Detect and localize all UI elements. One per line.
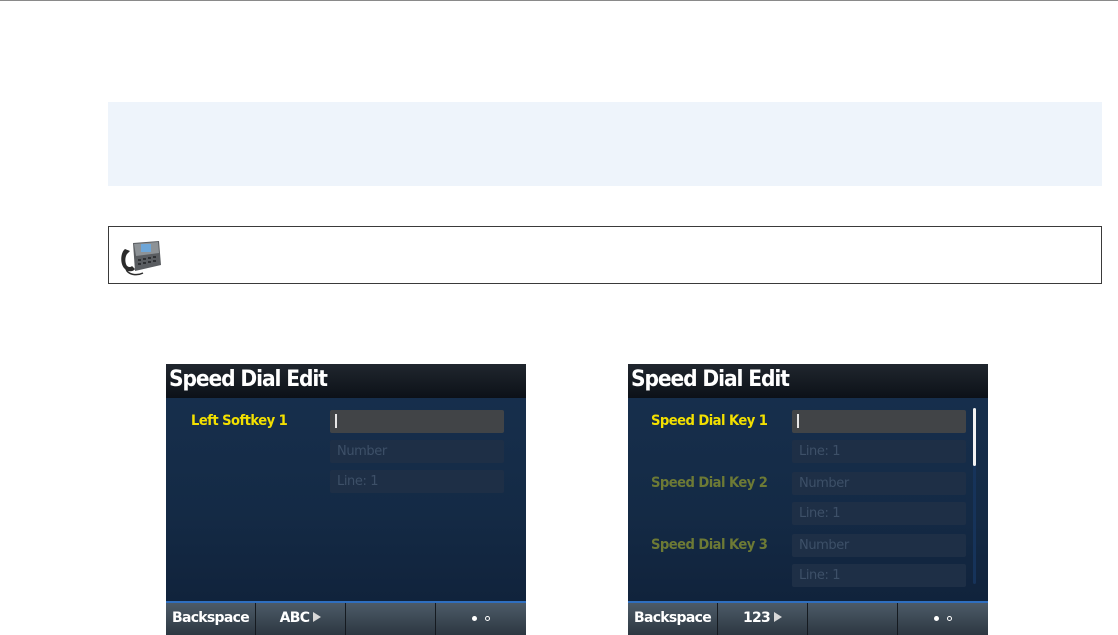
softkey-bar: Backspace ABC	[166, 601, 526, 635]
softkey-label: ABC	[256, 610, 345, 626]
softkey-3[interactable]	[808, 603, 898, 635]
scrollbar-track[interactable]	[973, 408, 976, 584]
page-dot	[934, 616, 939, 621]
input-placeholder: Line: 1	[799, 568, 841, 583]
softkey-label: Backspace	[628, 610, 717, 626]
note-box	[108, 102, 1102, 186]
softkey-text: Backspace	[633, 610, 712, 626]
phone-screen-left: Speed Dial Edit Left Softkey 1 Number Line:…	[166, 364, 526, 635]
input-placeholder: Line: 1	[337, 474, 379, 489]
page-indicator	[898, 616, 988, 621]
field-label: Speed Dial Key 1	[651, 413, 768, 429]
softkey-1[interactable]: Backspace	[166, 603, 256, 635]
text-input-active[interactable]	[330, 410, 504, 433]
softkey-label: Backspace	[166, 610, 255, 626]
input-placeholder: Number	[337, 444, 387, 459]
text-cursor	[335, 414, 337, 428]
page-indicator	[436, 616, 526, 621]
triangle-right-icon	[774, 612, 783, 622]
softkey-4[interactable]	[898, 603, 988, 635]
input-placeholder: Number	[799, 538, 849, 553]
triangle-right-icon	[313, 612, 322, 622]
page-dot	[947, 616, 952, 621]
field-label: Speed Dial Key 3	[651, 537, 768, 553]
softkey-text: ABC	[279, 610, 310, 626]
phone-screen-right: Speed Dial Edit Speed Dial Key 1 Line: 1 Sp…	[628, 364, 988, 635]
text-input[interactable]: Line: 1	[792, 502, 966, 525]
softkey-4[interactable]	[436, 603, 526, 635]
title-bar: Speed Dial Edit	[166, 364, 526, 398]
desk-phone-icon	[121, 241, 161, 276]
screen-title: Speed Dial Edit	[631, 367, 790, 392]
input-placeholder: Line: 1	[799, 444, 841, 459]
text-input[interactable]: Number	[792, 534, 966, 557]
softkey-label: 123	[718, 610, 807, 626]
text-input[interactable]: Number	[792, 472, 966, 495]
softkey-2[interactable]: ABC	[256, 603, 346, 635]
text-input-active[interactable]	[792, 410, 966, 433]
field-label: Left Softkey 1	[191, 413, 288, 429]
scrollbar-thumb[interactable]	[973, 408, 976, 466]
text-input[interactable]: Line: 1	[792, 440, 966, 463]
text-input[interactable]: Line: 1	[330, 470, 504, 493]
softkey-2[interactable]: 123	[718, 603, 808, 635]
text-input[interactable]: Number	[330, 440, 504, 463]
page-dot	[472, 616, 477, 621]
softkey-bar: Backspace 123	[628, 601, 988, 635]
input-placeholder: Number	[799, 476, 849, 491]
softkey-text: 123	[742, 610, 771, 626]
text-cursor	[797, 414, 799, 428]
input-placeholder: Line: 1	[799, 506, 841, 521]
softkey-text: Backspace	[171, 610, 250, 626]
screen-title: Speed Dial Edit	[169, 367, 328, 392]
top-rule	[0, 0, 1118, 1]
text-input[interactable]: Line: 1	[792, 564, 966, 587]
title-bar: Speed Dial Edit	[628, 364, 988, 398]
field-label: Speed Dial Key 2	[651, 475, 768, 491]
phone-banner	[108, 226, 1102, 284]
page-dot	[485, 616, 490, 621]
softkey-1[interactable]: Backspace	[628, 603, 718, 635]
softkey-3[interactable]	[346, 603, 436, 635]
